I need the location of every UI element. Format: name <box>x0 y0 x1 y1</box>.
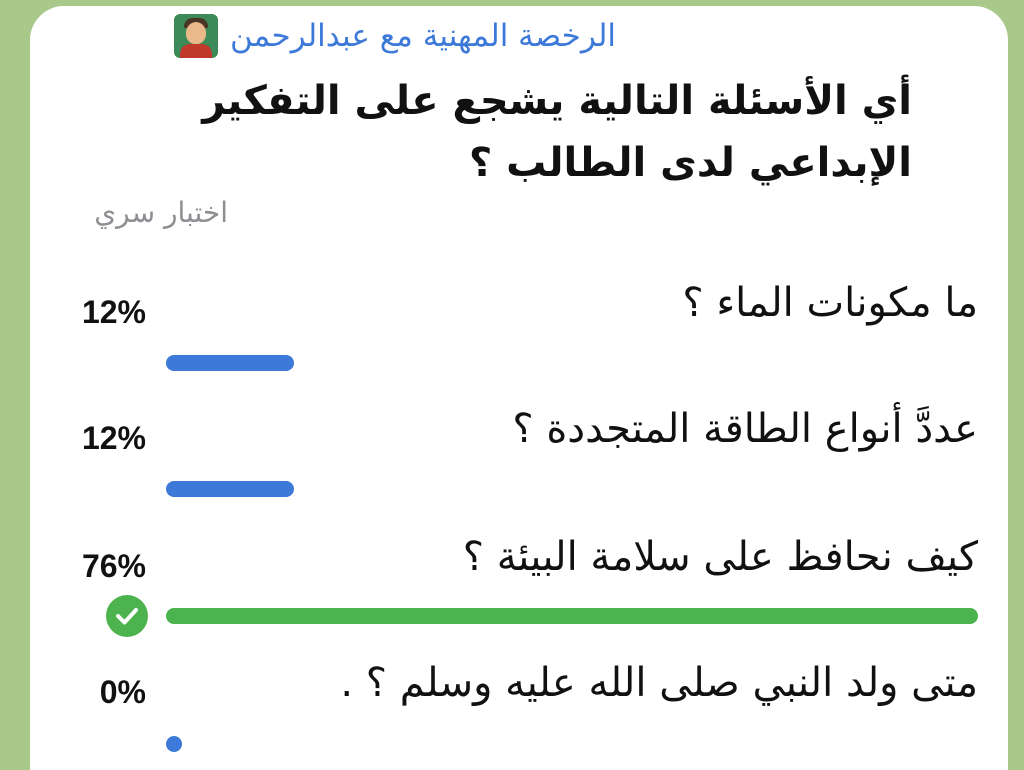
sender-row[interactable]: الرخصة المهنية مع عبدالرحمن <box>173 14 616 58</box>
option-percent: 76% <box>81 548 146 584</box>
poll-question: أي الأسئلة التالية يشجع على التفكير الإب… <box>202 78 912 186</box>
correct-check-icon <box>106 595 148 637</box>
option-text: ما مكونات الماء ؟ <box>682 280 978 326</box>
option-percent: 12% <box>81 294 146 330</box>
option-result-bar <box>166 736 182 752</box>
option-result-bar <box>166 355 294 371</box>
poll-type-label: اختبار سري <box>94 196 228 229</box>
teacher-emoji-icon <box>173 14 218 58</box>
option-result-bar <box>166 481 294 497</box>
poll-option[interactable]: عددَّ أنواع الطاقة المتجددة ؟ 12% <box>0 406 1024 526</box>
sender-name[interactable]: الرخصة المهنية مع عبدالرحمن <box>230 18 616 54</box>
option-text: متى ولد النبي صلى الله عليه وسلم ؟ . <box>340 660 978 706</box>
option-result-bar <box>166 608 978 624</box>
poll-option[interactable]: متى ولد النبي صلى الله عليه وسلم ؟ . 0% <box>0 660 1024 770</box>
option-percent: 12% <box>81 420 146 456</box>
poll-option[interactable]: كيف نحافظ على سلامة البيئة ؟ 76% <box>0 534 1024 654</box>
option-percent: 0% <box>99 674 146 710</box>
option-text: كيف نحافظ على سلامة البيئة ؟ <box>462 534 978 580</box>
option-text: عددَّ أنواع الطاقة المتجددة ؟ <box>512 406 978 452</box>
poll-option[interactable]: ما مكونات الماء ؟ 12% <box>0 280 1024 400</box>
